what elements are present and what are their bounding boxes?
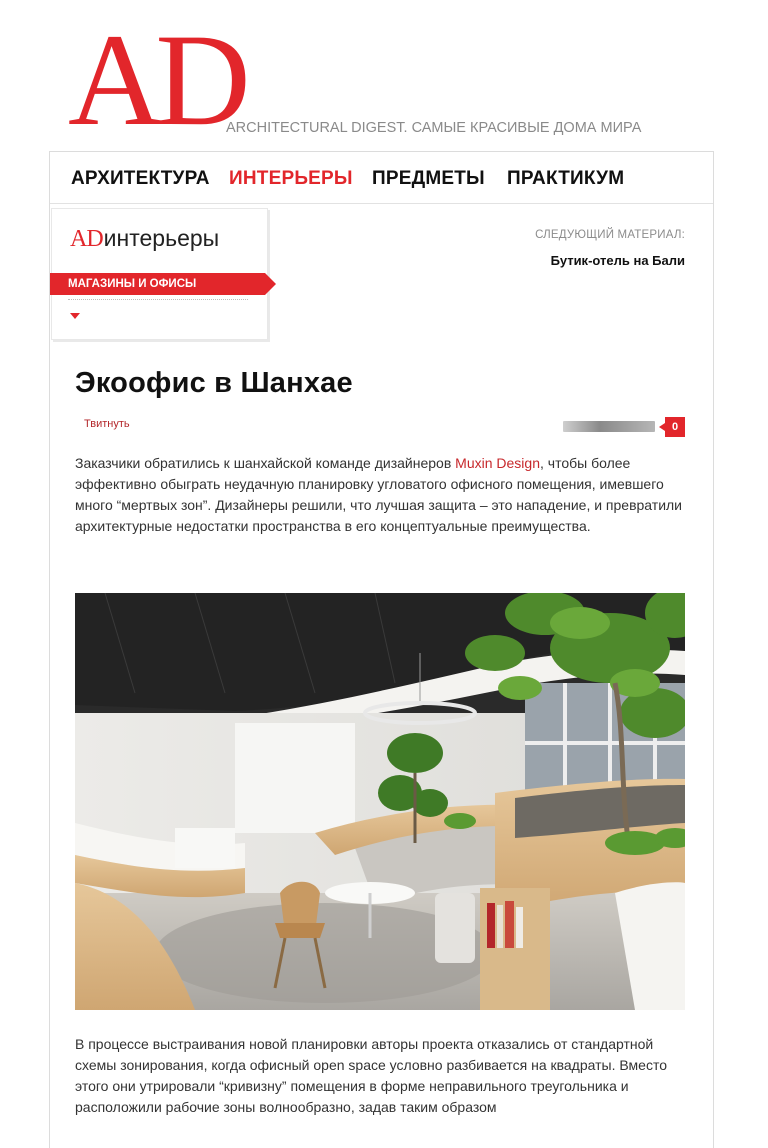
next-material: СЛЕДУЮЩИЙ МАТЕРИАЛ: Бутик-отель на Бали <box>535 229 685 268</box>
next-material-link[interactable]: Бутик-отель на Бали <box>535 253 685 268</box>
rubric-divider <box>68 299 248 300</box>
article-photo <box>75 593 685 1010</box>
rubric-logo[interactable]: ADинтерьеры <box>70 225 219 253</box>
nav-item-practicum[interactable]: ПРАКТИКУМ <box>507 168 624 190</box>
main-nav: АРХИТЕКТУРА ИНТЕРЬЕРЫ ПРЕДМЕТЫ ПРАКТИКУМ <box>50 152 713 204</box>
article-body: В процессе выстраивания новой планировки… <box>75 1036 668 1115</box>
ad-logo[interactable]: AD <box>68 14 251 146</box>
muxin-design-link[interactable]: Muxin Design <box>455 455 540 471</box>
nav-item-interiors[interactable]: ИНТЕРЬЕРЫ <box>229 168 353 190</box>
nav-item-architecture[interactable]: АРХИТЕКТУРА <box>71 168 210 190</box>
share-widget[interactable] <box>563 421 655 432</box>
article-title: Экоофис в Шанхае <box>75 367 353 399</box>
rubric-box: ADинтерьеры МАГАЗИНЫ И ОФИСЫ <box>50 208 276 340</box>
rubric-section-tag[interactable]: МАГАЗИНЫ И ОФИСЫ <box>50 273 276 295</box>
rubric-dropdown-arrow-icon[interactable] <box>70 313 80 319</box>
site-tagline: ARCHITECTURAL DIGEST. САМЫЕ КРАСИВЫЕ ДОМ… <box>226 120 642 136</box>
rubric-logo-word: интерьеры <box>103 225 220 251</box>
tweet-link[interactable]: Твитнуть <box>84 418 130 430</box>
article-intro: Заказчики обратились к шанхайской команд… <box>75 453 693 537</box>
nav-item-objects[interactable]: ПРЕДМЕТЫ <box>372 168 485 190</box>
site-header: AD ARCHITECTURAL DIGEST. САМЫЕ КРАСИВЫЕ … <box>0 0 768 152</box>
intro-text-before: Заказчики обратились к шанхайской команд… <box>75 455 456 471</box>
rubric-logo-ad: AD <box>70 226 104 252</box>
next-material-label: СЛЕДУЮЩИЙ МАТЕРИАЛ: <box>535 229 685 241</box>
comments-count-badge[interactable]: 0 <box>659 417 685 437</box>
